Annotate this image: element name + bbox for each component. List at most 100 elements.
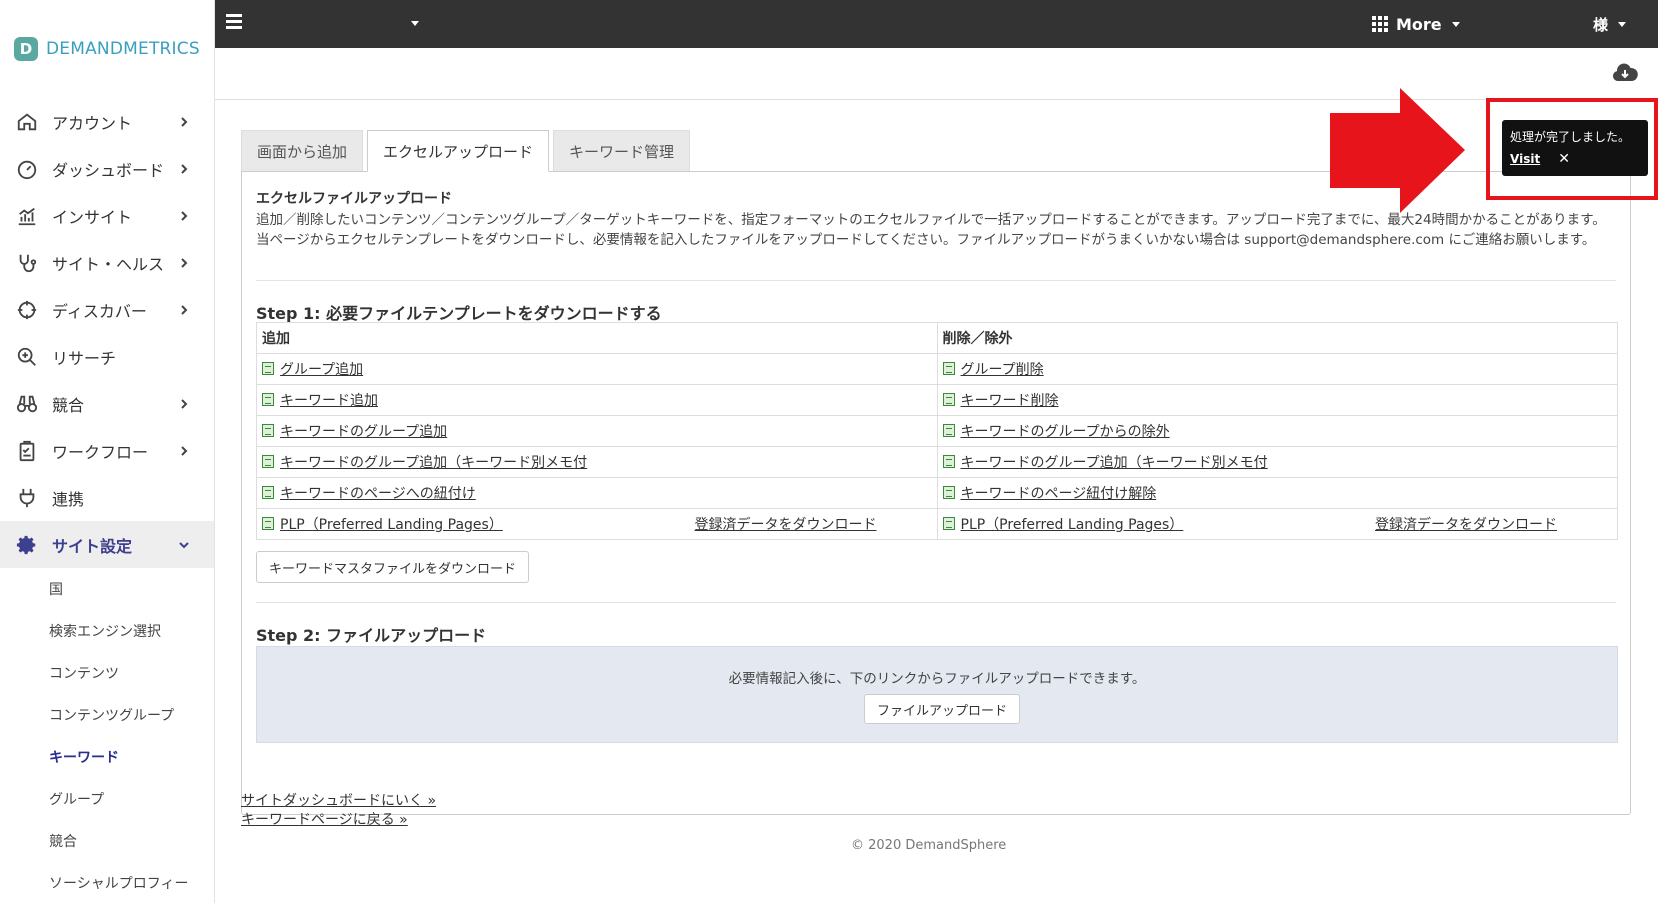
divider [256, 602, 1616, 603]
registered-data-download-link-add[interactable]: 登録済データをダウンロード [695, 514, 877, 534]
upload-note: 必要情報記入後に、下のリンクからファイルアップロードできます。 [728, 671, 1146, 687]
brand-mark-icon: D [14, 37, 38, 61]
sidebar-item-site-settings[interactable]: サイト設定 [0, 521, 214, 568]
link-site-dashboard[interactable]: サイトダッシュボードにいく » [241, 792, 436, 811]
caret-down-icon [1451, 21, 1460, 27]
user-menu[interactable]: 様 [1593, 0, 1627, 48]
chevron-right-icon [181, 116, 188, 127]
table-row: グループ追加 グループ削除 [256, 353, 1618, 385]
sidebar-item-discover[interactable]: ディスカバー [0, 286, 214, 333]
excel-file-icon [262, 393, 274, 406]
tab-keyword-management[interactable]: キーワード管理 [553, 130, 691, 172]
template-link-keyword-add[interactable]: キーワード追加 [280, 393, 378, 409]
file-upload-button[interactable]: ファイルアップロード [864, 694, 1021, 724]
template-link-keyword-group-add-memo-remove[interactable]: キーワードのグループ追加（キーワード別メモ付 [961, 455, 1268, 471]
footer-links: サイトダッシュボードにいく » キーワードページに戻る » [241, 792, 436, 830]
column-header-remove: 削除／除外 [936, 322, 1618, 354]
excel-file-icon [262, 455, 274, 468]
table-row: キーワード追加 キーワード削除 [256, 384, 1618, 416]
clipboard-icon [16, 440, 38, 462]
excel-file-icon [942, 455, 955, 468]
caret-down-icon [1618, 21, 1627, 27]
template-link-plp-add[interactable]: PLP（Preferred Landing Pages） [280, 517, 503, 533]
chevron-right-icon [181, 304, 188, 315]
chevron-right-icon [181, 445, 188, 456]
template-link-plp-remove[interactable]: PLP（Preferred Landing Pages） [961, 517, 1184, 533]
toast-visit-link[interactable]: Visit [1510, 152, 1540, 166]
excel-file-icon [942, 486, 955, 499]
chevron-right-icon [181, 257, 188, 268]
home-icon [16, 111, 38, 133]
plug-icon [16, 487, 38, 509]
template-link-keyword-delete[interactable]: キーワード削除 [961, 393, 1059, 409]
step1-title: Step 1: 必要ファイルテンプレートをダウンロードする [256, 304, 662, 323]
binoculars-icon [16, 393, 38, 415]
registered-data-download-link-remove[interactable]: 登録済データをダウンロード [1375, 514, 1557, 534]
sidebar-subitem-search-engine[interactable]: 検索エンジン選択 [0, 610, 214, 652]
upload-box: 必要情報記入後に、下のリンクからファイルアップロードできます。 ファイルアップロ… [256, 646, 1618, 743]
divider [256, 280, 1616, 281]
chevron-down-icon [179, 541, 189, 548]
notification-toast: 処理が完了しました。 Visit ✕ [1502, 120, 1648, 176]
excel-file-icon [262, 517, 274, 530]
site-selector-caret-icon[interactable] [411, 21, 419, 26]
template-link-keyword-group-add[interactable]: キーワードのグループ追加 [280, 424, 447, 440]
cloud-download-icon[interactable] [1612, 62, 1638, 84]
sidebar-item-account[interactable]: アカウント [0, 98, 214, 145]
excel-file-icon [262, 362, 274, 375]
template-link-keyword-group-add-memo[interactable]: キーワードのグループ追加（キーワード別メモ付 [280, 455, 587, 471]
sidebar-subitem-contents[interactable]: コンテンツ [0, 652, 214, 694]
excel-file-icon [942, 424, 955, 437]
sidebar-settings-group: サイト設定 [0, 521, 214, 568]
sidebar-item-workflow[interactable]: ワークフロー [0, 427, 214, 474]
section-description: 追加／削除したいコンテンツ／コンテンツグループ／ターゲットキーワードを、指定フォ… [256, 212, 1606, 248]
template-link-keyword-group-remove[interactable]: キーワードのグループからの除外 [961, 424, 1170, 440]
more-menu[interactable]: More [1372, 0, 1460, 48]
hamburger-menu-icon[interactable] [226, 14, 242, 29]
more-label: More [1396, 14, 1442, 34]
sidebar-subitem-content-groups[interactable]: コンテンツグループ [0, 694, 214, 736]
excel-file-icon [262, 424, 274, 437]
main-content: 画面から追加 エクセルアップロード キーワード管理 エクセルファイルアップロード… [215, 100, 1658, 903]
chevron-right-icon [181, 398, 188, 409]
topbar: More 様 [215, 0, 1658, 48]
excel-file-icon [942, 393, 955, 406]
tab-panel: エクセルファイルアップロード 追加／削除したいコンテンツ／コンテンツグループ／タ… [241, 171, 1631, 815]
template-link-keyword-page-link[interactable]: キーワードのページへの紐付け [280, 486, 476, 502]
sidebar-subitem-social-profile[interactable]: ソーシャルプロフィー [0, 862, 214, 903]
template-link-keyword-page-unlink[interactable]: キーワードのページ紐付け解除 [961, 486, 1157, 502]
sidebar-item-label: 連携 [52, 489, 85, 509]
keyword-master-download-button[interactable]: キーワードマスタファイルをダウンロード [256, 551, 530, 583]
gauge-icon [16, 158, 38, 180]
sidebar: D DEMANDMETRICS アカウント ダッシュボード インサイト サイト・… [0, 0, 215, 903]
chevron-right-icon [181, 210, 188, 221]
excel-file-icon [942, 517, 955, 530]
sidebar-subitem-groups[interactable]: グループ [0, 778, 214, 820]
tab-add-from-screen[interactable]: 画面から追加 [241, 130, 364, 172]
sidebar-item-dashboard[interactable]: ダッシュボード [0, 145, 214, 192]
toast-message: 処理が完了しました。 [1510, 130, 1631, 144]
tab-bar: 画面から追加 エクセルアップロード キーワード管理 [241, 130, 694, 172]
sidebar-item-competitors[interactable]: 競合 [0, 380, 214, 427]
brand-logo[interactable]: D DEMANDMETRICS [0, 0, 214, 98]
sidebar-item-site-health[interactable]: サイト・ヘルス [0, 239, 214, 286]
stethoscope-icon [16, 252, 38, 274]
brand-name: DEMANDMETRICS [46, 39, 200, 59]
sidebar-item-integrations[interactable]: 連携 [0, 474, 214, 521]
template-link-group-delete[interactable]: グループ削除 [961, 362, 1044, 378]
sidebar-item-insight[interactable]: インサイト [0, 192, 214, 239]
tab-excel-upload[interactable]: エクセルアップロード [367, 130, 550, 172]
sidebar-subitem-competitors[interactable]: 競合 [0, 820, 214, 862]
excel-file-icon [262, 486, 274, 499]
sidebar-item-research[interactable]: リサーチ [0, 333, 214, 380]
chart-icon [16, 205, 38, 227]
red-arrow-annotation-icon [1330, 88, 1465, 213]
close-icon[interactable]: ✕ [1558, 151, 1570, 167]
link-back-to-keywords[interactable]: キーワードページに戻る » [241, 811, 436, 830]
column-header-add: 追加 [256, 322, 938, 354]
sidebar-subitem-country[interactable]: 国 [0, 568, 214, 610]
sidebar-subitem-keywords[interactable]: キーワード [0, 736, 214, 778]
grid-icon [1372, 16, 1388, 32]
template-link-group-add[interactable]: グループ追加 [280, 362, 363, 378]
table-row: キーワードのグループ追加（キーワード別メモ付 キーワードのグループ追加（キーワー… [256, 446, 1618, 478]
